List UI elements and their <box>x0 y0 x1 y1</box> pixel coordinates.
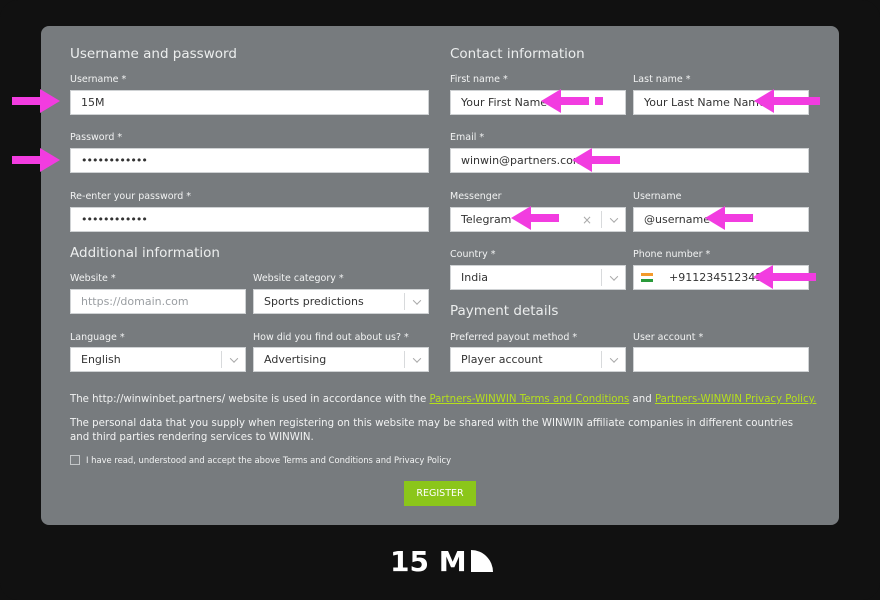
country-value: India <box>461 271 488 284</box>
reenter-password-input[interactable]: •••••••••••• <box>70 207 429 232</box>
last-name-value: Your Last Name Name <box>644 96 766 109</box>
phone-label: Phone number * <box>633 249 711 260</box>
messenger-select[interactable]: Telegram × <box>450 207 626 232</box>
logo-quarter-circle-icon <box>470 550 493 572</box>
website-input[interactable]: https://domain.com <box>70 289 246 314</box>
messenger-label: Messenger <box>450 191 502 202</box>
terms-checkbox[interactable] <box>70 455 80 465</box>
terms-paragraph: The http://winwinbet.partners/ website i… <box>70 393 816 407</box>
terms-and: and <box>629 394 655 405</box>
payout-method-label: Preferred payout method * <box>450 332 578 343</box>
password-value: •••••••••••• <box>81 154 148 167</box>
phone-value: +911234512345 <box>669 271 763 284</box>
section-title-username-password: Username and password <box>70 46 237 62</box>
first-name-value: Your First Name <box>461 96 548 109</box>
email-label: Email * <box>450 132 485 143</box>
chevron-down-icon <box>221 351 245 368</box>
website-placeholder: https://domain.com <box>81 295 189 308</box>
phone-input[interactable]: +911234512345 <box>633 265 809 290</box>
username-label: Username * <box>70 74 127 85</box>
section-title-payment: Payment details <box>450 303 559 319</box>
brand-logo: 15 M <box>390 544 495 578</box>
messenger-username-label: Username <box>633 191 682 202</box>
chevron-down-icon <box>601 211 625 228</box>
first-name-label: First name * <box>450 74 508 85</box>
reenter-password-label: Re-enter your password * <box>70 191 192 202</box>
website-category-value: Sports predictions <box>264 295 364 308</box>
language-select[interactable]: English <box>70 347 246 372</box>
terms-checkbox-label: I have read, understood and accept the a… <box>86 455 452 465</box>
reenter-password-value: •••••••••••• <box>81 213 148 226</box>
password-label: Password * <box>70 132 123 143</box>
personal-data-notice: The personal data that you supply when r… <box>70 418 793 443</box>
password-input[interactable]: •••••••••••• <box>70 148 429 173</box>
first-name-input[interactable]: Your First Name <box>450 90 626 115</box>
username-value: 15M <box>81 96 105 109</box>
logo-text: 15 M <box>390 544 467 578</box>
chevron-down-icon <box>404 293 428 310</box>
website-category-select[interactable]: Sports predictions <box>253 289 429 314</box>
last-name-input[interactable]: Your Last Name Name <box>633 90 809 115</box>
website-category-label: Website category * <box>253 273 344 284</box>
chevron-down-icon <box>601 269 625 286</box>
language-value: English <box>81 353 121 366</box>
user-account-label: User account * <box>633 332 704 343</box>
messenger-value: Telegram <box>461 213 512 226</box>
country-label: Country * <box>450 249 496 260</box>
messenger-username-value: @username <box>644 213 710 226</box>
username-input[interactable]: 15M <box>70 90 429 115</box>
country-select[interactable]: India <box>450 265 626 290</box>
found-us-select[interactable]: Advertising <box>253 347 429 372</box>
email-input[interactable]: winwin@partners.com <box>450 148 809 173</box>
website-label: Website * <box>70 273 116 284</box>
email-value: winwin@partners.com <box>461 154 584 167</box>
terms-text: The http://winwinbet.partners/ website i… <box>70 394 430 405</box>
messenger-username-input[interactable]: @username <box>633 207 809 232</box>
india-flag-icon[interactable] <box>641 273 653 282</box>
chevron-down-icon <box>404 351 428 368</box>
section-title-additional: Additional information <box>70 245 220 261</box>
language-label: Language * <box>70 332 125 343</box>
payout-method-value: Player account <box>461 353 543 366</box>
found-us-value: Advertising <box>264 353 327 366</box>
chevron-down-icon <box>601 351 625 368</box>
payout-method-select[interactable]: Player account <box>450 347 626 372</box>
found-us-label: How did you find out about us? * <box>253 332 409 343</box>
last-name-label: Last name * <box>633 74 691 85</box>
privacy-link[interactable]: Partners-WINWIN Privacy Policy. <box>655 394 816 405</box>
user-account-input[interactable] <box>633 347 809 372</box>
clear-icon[interactable]: × <box>582 208 592 231</box>
register-button[interactable]: REGISTER <box>404 481 476 506</box>
terms-link[interactable]: Partners-WINWIN Terms and Conditions <box>430 394 630 405</box>
section-title-contact: Contact information <box>450 46 585 62</box>
